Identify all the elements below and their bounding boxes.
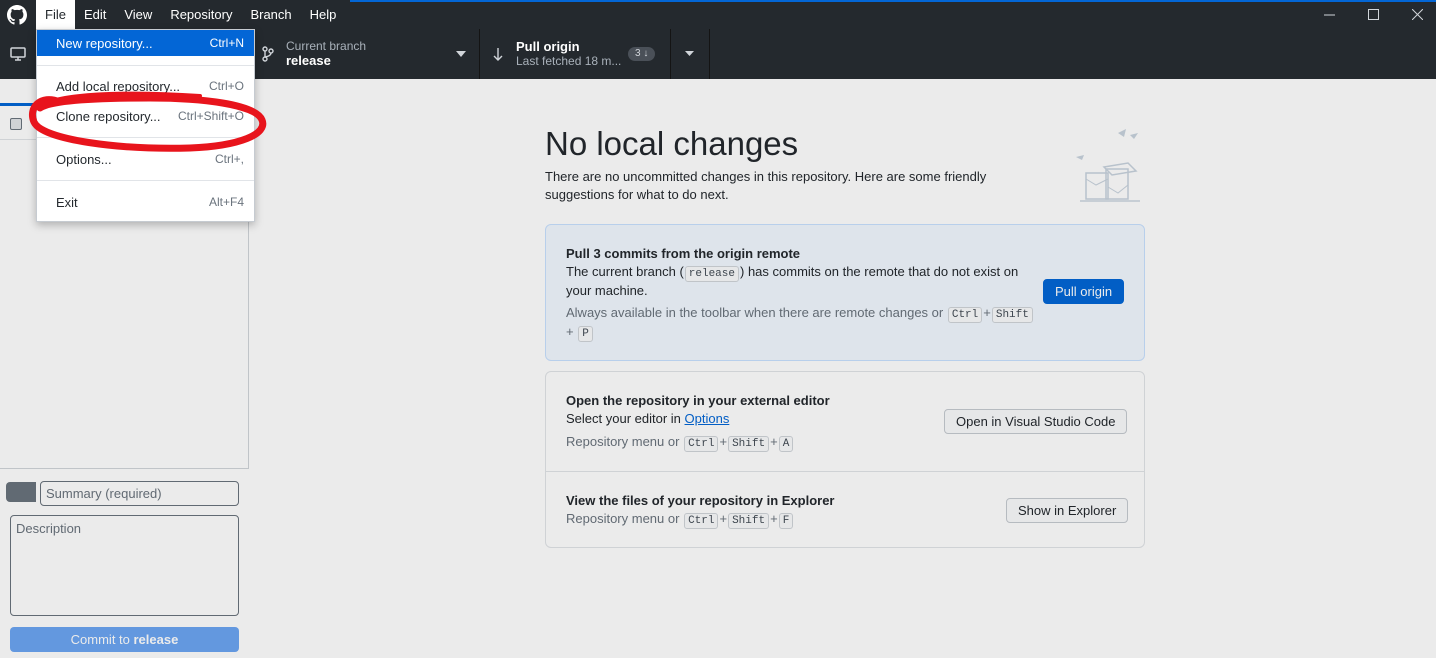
menu-separator (37, 137, 254, 138)
close-icon (1411, 9, 1423, 20)
menu-bar: File Edit View Repository Branch Help (36, 0, 345, 29)
menu-separator (37, 65, 254, 66)
pull-card-hint: Always available in the toolbar when the… (566, 304, 1036, 342)
empty-state-illustration (1076, 129, 1140, 202)
options-link[interactable]: Options (685, 411, 730, 426)
key-shift: Shift (991, 307, 1033, 323)
commit-panel: Commit to release (0, 468, 249, 658)
key-ctrl: Ctrl (947, 307, 983, 323)
git-branch-icon (262, 46, 274, 62)
menu-item-clone-repository[interactable]: Clone repository... Ctrl+Shift+O (37, 103, 254, 129)
menu-view[interactable]: View (115, 0, 161, 29)
branch-code: release (684, 266, 739, 282)
menu-repository[interactable]: Repository (161, 0, 241, 29)
chevron-down-icon (456, 51, 466, 57)
key-ctrl: Ctrl (684, 436, 719, 452)
editor-card-text: Select your editor in Options (566, 411, 730, 426)
pull-title: Pull origin (516, 39, 580, 54)
commit-branch: release (133, 632, 179, 647)
pull-card-title: Pull 3 commits from the origin remote (566, 246, 801, 261)
branch-caption: Current branch (286, 39, 367, 53)
pull-card-text: The current branch (release) has commits… (566, 264, 1019, 298)
menu-edit[interactable]: Edit (75, 0, 115, 29)
menu-item-exit[interactable]: Exit Alt+F4 (37, 189, 254, 215)
main-content: No local changes There are no uncommitte… (250, 79, 1436, 658)
explorer-card-title: View the files of your repository in Exp… (566, 493, 835, 508)
key-f: F (778, 513, 794, 529)
current-branch-button[interactable]: Current branch release (251, 29, 479, 79)
menu-file[interactable]: File (36, 0, 75, 29)
title-accent-line (350, 0, 1436, 2)
minimize-icon (1323, 14, 1335, 16)
select-all-checkbox[interactable] (10, 118, 22, 130)
summary-input[interactable] (40, 481, 239, 506)
page-title: No local changes (545, 125, 799, 162)
key-ctrl: Ctrl (684, 513, 719, 529)
menu-item-options[interactable]: Options... Ctrl+, (37, 146, 254, 172)
page-subtitle: There are no uncommitted changes in this… (545, 169, 987, 202)
explorer-card-hint: Repository menu or Ctrl + Shift + F (566, 510, 794, 529)
menu-item-new-repository[interactable]: New repository... Ctrl+N (37, 30, 254, 56)
show-in-explorer-button[interactable]: Show in Explorer (1006, 498, 1129, 523)
title-bar: File Edit View Repository Branch Help (0, 0, 1436, 29)
current-repository-button[interactable] (0, 29, 36, 79)
avatar (6, 482, 36, 502)
editor-card-title: Open the repository in your external edi… (566, 393, 830, 408)
pull-caption: Last fetched 18 m... (516, 54, 622, 68)
chevron-down-icon (685, 51, 694, 56)
commit-prefix: Commit to (70, 632, 134, 647)
menu-branch[interactable]: Branch (241, 0, 300, 29)
arrow-down-icon (493, 48, 503, 61)
menu-help[interactable]: Help (301, 0, 346, 29)
commit-button[interactable]: Commit to release (10, 627, 239, 652)
editor-card-hint: Repository menu or Ctrl + Shift + A (566, 433, 794, 452)
menu-separator (37, 180, 254, 181)
desktop-icon (10, 47, 26, 61)
key-p: P (578, 326, 593, 342)
branch-name: release (286, 53, 331, 68)
menu-item-add-local-repository[interactable]: Add local repository... Ctrl+O (37, 73, 254, 99)
changes-tab-indicator (0, 103, 36, 106)
pull-origin-action-button[interactable]: Pull origin (1043, 279, 1125, 304)
open-in-editor-button[interactable]: Open in Visual Studio Code (944, 409, 1128, 434)
actions-card: Open the repository in your external edi… (545, 371, 1145, 548)
key-a: A (778, 436, 794, 452)
pull-suggestion-card: Pull 3 commits from the origin remote Th… (545, 224, 1145, 361)
github-logo-icon (7, 5, 27, 25)
pull-count-badge: 3 ↓ (628, 47, 656, 61)
description-input[interactable] (10, 515, 239, 616)
key-shift: Shift (728, 513, 770, 529)
card-row-divider (546, 471, 1144, 472)
close-button[interactable] (1394, 0, 1436, 29)
pull-options-dropdown[interactable] (671, 29, 709, 79)
minimize-button[interactable] (1306, 0, 1352, 29)
key-shift: Shift (728, 436, 770, 452)
toolbar-separator (709, 29, 710, 79)
maximize-button[interactable] (1350, 0, 1396, 29)
maximize-icon (1367, 9, 1379, 20)
file-menu-dropdown: New repository... Ctrl+N Add local repos… (36, 29, 255, 222)
